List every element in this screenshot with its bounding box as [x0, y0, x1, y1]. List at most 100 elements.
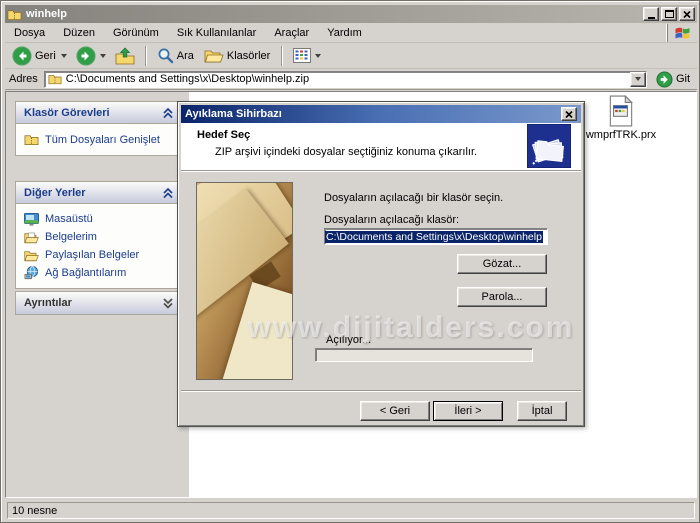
menu-bar: Dosya Düzen Görünüm Sık Kullanılanlar Ar… [5, 24, 697, 43]
folders-icon [204, 48, 224, 64]
menu-duzen[interactable]: Düzen [54, 25, 104, 41]
shared-documents-icon [24, 249, 39, 262]
next-wizard-label: İleri > [454, 405, 481, 417]
dialog-heading: Hedef Seç [197, 129, 250, 141]
folder-tasks-panel: Klasör Görevleri Tüm Dosyaları Genişlet [15, 101, 181, 156]
extract-all-task[interactable]: Tüm Dosyaları Genişlet [24, 130, 176, 149]
file-name: wmprfTRK.prx [581, 129, 661, 141]
close-icon [683, 11, 691, 18]
minimize-icon [648, 17, 655, 19]
wizard-side-image [196, 182, 293, 380]
folder-tasks-header[interactable]: Klasör Görevleri [16, 102, 180, 124]
dialog-titlebar: Ayıklama Sihirbazı [181, 105, 581, 123]
views-dropdown-icon [315, 54, 321, 58]
back-button[interactable]: Geri [9, 45, 70, 67]
menu-dosya[interactable]: Dosya [5, 25, 54, 41]
folder-path-input[interactable]: C:\Documents and Settings\x\Desktop\winh… [324, 228, 548, 245]
toolbar: Geri Ara [5, 43, 697, 69]
my-documents-icon [24, 231, 39, 244]
progress-bar [315, 348, 533, 362]
back-label: Geri [35, 50, 57, 62]
other-places-title: Diğer Yerler [24, 187, 86, 199]
menu-araclar[interactable]: Araçlar [265, 25, 318, 41]
back-dropdown-icon [61, 54, 67, 58]
back-icon [12, 46, 32, 66]
back-wizard-label: < Geri [380, 405, 410, 417]
chevron-up-icon [162, 107, 174, 119]
search-button[interactable]: Ara [154, 46, 198, 65]
password-label: Parola... [482, 291, 523, 303]
file-item[interactable]: wmprfTRK.prx [581, 95, 661, 141]
place-label: Masaüstü [45, 213, 93, 225]
up-button[interactable] [112, 46, 138, 66]
cancel-wizard-button[interactable]: İptal [517, 401, 567, 421]
minimize-button[interactable] [643, 7, 659, 21]
folder-tasks-title: Klasör Görevleri [24, 107, 110, 119]
folder-up-icon [115, 47, 135, 65]
network-icon [24, 266, 39, 280]
extraction-wizard-icon [527, 124, 571, 168]
extract-all-label: Tüm Dosyaları Genişlet [45, 134, 160, 146]
go-icon [656, 71, 673, 88]
other-places-header[interactable]: Diğer Yerler [16, 182, 180, 204]
zip-folder-icon [48, 73, 62, 85]
menu-yardim[interactable]: Yardım [318, 25, 371, 41]
address-bar: Adres C:\Documents and Settings\x\Deskto… [5, 69, 697, 90]
selected-path-text: C:\Documents and Settings\x\Desktop\winh… [325, 231, 543, 243]
maximize-button[interactable] [661, 7, 677, 21]
folder-field-label: Dosyaların açılacağı klasör: [324, 214, 459, 226]
desktop-icon [24, 213, 39, 226]
address-dropdown-button[interactable] [630, 72, 646, 87]
place-label: Belgelerim [45, 231, 97, 243]
forward-icon [76, 46, 96, 66]
browse-label: Gözat... [483, 258, 522, 270]
maximize-icon [665, 10, 674, 18]
zip-folder-icon [24, 133, 39, 146]
search-label: Ara [177, 50, 195, 62]
folders-label: Klasörler [227, 50, 271, 62]
password-button[interactable]: Parola... [457, 287, 547, 307]
place-network[interactable]: Ağ Bağlantılarım [24, 264, 176, 282]
place-my-documents[interactable]: Belgelerim [24, 228, 176, 246]
views-icon [293, 48, 311, 63]
chevron-down-icon [162, 297, 174, 309]
views-button[interactable] [290, 47, 324, 64]
close-button[interactable] [679, 7, 695, 21]
details-title: Ayrıntılar [24, 297, 72, 309]
dialog-subheading: ZIP arşivi içindeki dosyalar seçtiğiniz … [215, 146, 477, 158]
dialog-title: Ayıklama Sihirbazı [185, 108, 282, 120]
address-path: C:\Documents and Settings\x\Desktop\winh… [66, 73, 309, 85]
status-bar: 10 nesne [5, 501, 697, 520]
separator [181, 170, 581, 172]
dialog-header: Hedef Seç ZIP arşivi içindeki dosyalar s… [181, 123, 581, 170]
address-input[interactable]: C:\Documents and Settings\x\Desktop\winh… [44, 71, 647, 88]
cancel-wizard-label: İptal [532, 405, 553, 417]
place-label: Paylaşılan Belgeler [45, 249, 139, 261]
zip-folder-icon [7, 8, 22, 21]
status-text: 10 nesne [7, 502, 695, 519]
forward-button[interactable] [73, 45, 109, 67]
explorer-window: winhelp Dosya Düzen Görünüm Sık Kullanıl… [0, 0, 700, 523]
menu-gorunum[interactable]: Görünüm [104, 25, 168, 41]
details-panel: Ayrıntılar [15, 291, 181, 315]
menu-sik-kullanilanlar[interactable]: Sık Kullanılanlar [168, 25, 266, 41]
go-button[interactable]: Git [653, 70, 693, 89]
browse-button[interactable]: Gözat... [457, 254, 547, 274]
dropdown-arrow-icon [635, 77, 641, 81]
next-wizard-button[interactable]: İleri > [433, 401, 503, 421]
dialog-close-button[interactable] [561, 107, 577, 121]
window-title: winhelp [26, 8, 67, 20]
prx-file-icon [608, 95, 634, 127]
toolbar-separator [281, 46, 283, 66]
toolbar-separator [145, 46, 147, 66]
place-shared-documents[interactable]: Paylaşılan Belgeler [24, 246, 176, 264]
windows-logo-icon [667, 24, 697, 42]
instruction-text: Dosyaların açılacağı bir klasör seçin. [324, 192, 503, 204]
extraction-wizard-dialog: Ayıklama Sihirbazı Hedef Seç ZIP arşivi … [177, 101, 585, 427]
folders-button[interactable]: Klasörler [201, 47, 274, 65]
go-label: Git [676, 73, 690, 85]
place-desktop[interactable]: Masaüstü [24, 210, 176, 228]
forward-dropdown-icon [100, 54, 106, 58]
back-wizard-button[interactable]: < Geri [360, 401, 430, 421]
details-header[interactable]: Ayrıntılar [16, 292, 180, 314]
